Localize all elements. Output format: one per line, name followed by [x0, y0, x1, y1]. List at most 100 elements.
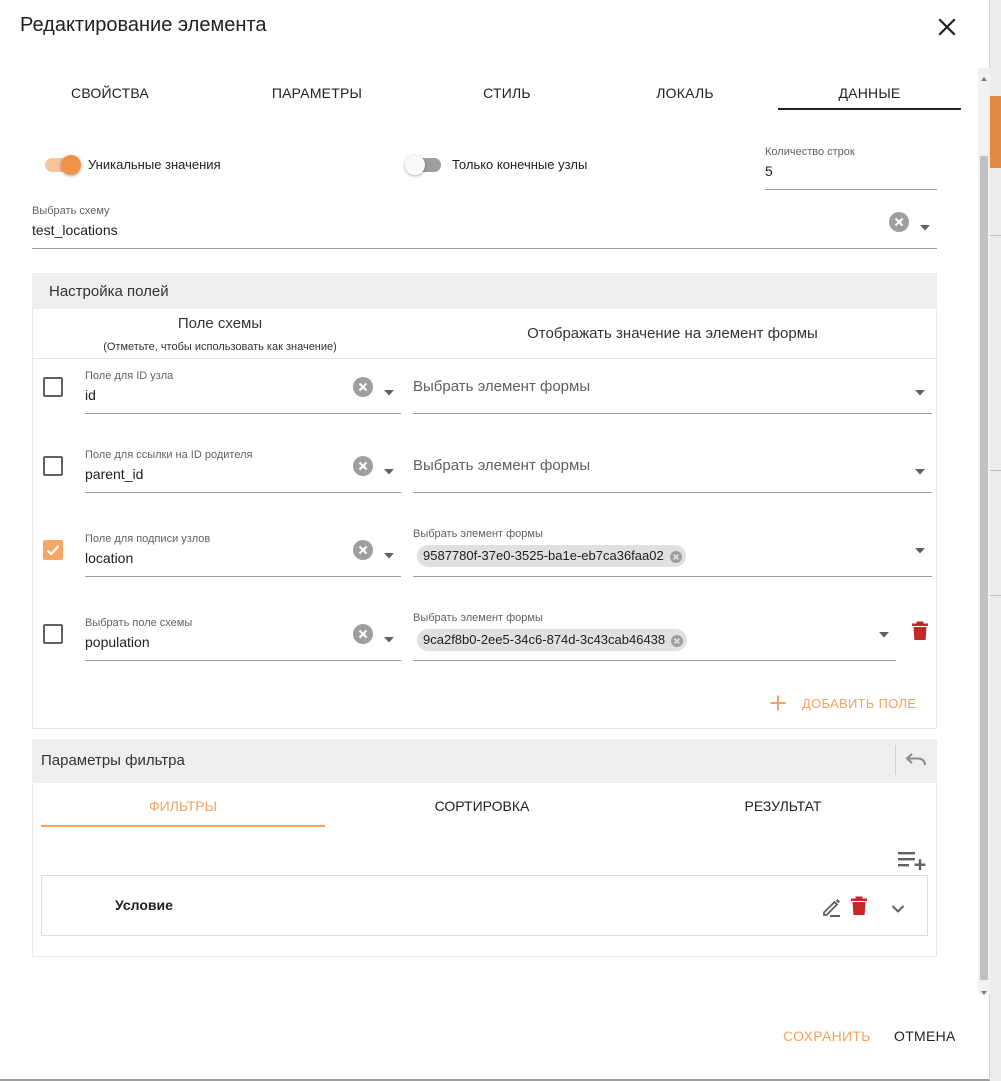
row-id-field-label: Поле для ID узла [85, 370, 174, 382]
row-parent-clear-icon[interactable] [353, 456, 373, 476]
undo-button[interactable] [904, 750, 928, 770]
unique-values-toggle[interactable] [43, 155, 83, 175]
chip-remove-icon[interactable] [670, 633, 684, 647]
row-population-field-underline [85, 660, 401, 661]
add-field-button[interactable]: ДОБАВИТЬ ПОЛЕ [802, 696, 916, 711]
edit-pencil-icon [823, 899, 840, 917]
row-label-checkbox[interactable] [43, 540, 63, 560]
row-population-element-dropdown-icon[interactable] [878, 626, 890, 638]
expand-more-icon [891, 905, 905, 913]
column-header-divider [33, 358, 936, 359]
row-id-clear-icon[interactable] [353, 377, 373, 397]
backdrop-divider [990, 595, 1001, 596]
row-parent-dropdown-icon[interactable] [383, 463, 395, 475]
row-label-dropdown-icon[interactable] [383, 547, 395, 559]
chip-text: 9ca2f8b0-2ee5-34c6-874d-3c43cab46438 [423, 632, 666, 647]
close-icon [938, 18, 956, 36]
row-id-dropdown-icon[interactable] [383, 384, 395, 396]
backdrop-divider [990, 235, 1001, 236]
close-button[interactable] [934, 14, 960, 40]
chip-text: 9587780f-37e0-3525-ba1e-eb7ca36faa02 [423, 548, 664, 563]
row-id-element-underline [413, 413, 932, 414]
row-id-field-underline [85, 413, 401, 414]
row-label-field-label: Поле для подписи узлов [85, 533, 211, 545]
row-population-field-label: Выбрать поле схемы [85, 617, 193, 629]
row-label-field-underline [85, 576, 401, 577]
row-parent-element-select[interactable]: Выбрать элемент формы [413, 457, 893, 474]
page-backdrop [990, 0, 1001, 1081]
row-population-dropdown-icon[interactable] [383, 631, 395, 643]
field-settings-title: Настройка полей [49, 283, 169, 300]
row-parent-checkbox[interactable] [43, 456, 63, 476]
tab-properties[interactable]: СВОЙСТВА [20, 78, 200, 110]
undo-icon [905, 753, 926, 766]
row-parent-field-underline [85, 492, 401, 493]
edit-element-dialog: Редактирование элемента СВОЙСТВА ПАРАМЕТ… [0, 0, 990, 1081]
scroll-up-arrow-icon[interactable] [980, 70, 988, 81]
row-label-field-value[interactable]: location [85, 550, 345, 566]
row-label-element-label: Выбрать элемент формы [413, 528, 543, 540]
filter-header-divider [895, 745, 896, 775]
tab-parameters[interactable]: ПАРАМЕТРЫ [227, 78, 407, 110]
tab-style[interactable]: СТИЛЬ [417, 78, 597, 110]
schema-field-column-header: Поле схемы [177, 315, 263, 332]
row-population-element-chip[interactable]: 9ca2f8b0-2ee5-34c6-874d-3c43cab46438 [417, 629, 688, 651]
row-count-label: Количество строк [765, 146, 855, 158]
condition-label: Условие [115, 897, 173, 913]
active-tab-indicator [778, 108, 961, 110]
tab-sorting[interactable]: СОРТИРОВКА [340, 798, 624, 814]
trash-icon [851, 896, 867, 915]
schema-select-label: Выбрать схему [32, 205, 110, 217]
leaf-nodes-only-label: Только конечные узлы [452, 157, 588, 172]
delete-condition-button[interactable] [850, 896, 868, 916]
display-column-header: Отображать значение на элемент формы [527, 325, 818, 342]
unique-values-label: Уникальные значения [88, 157, 221, 172]
filter-params-title: Параметры фильтра [41, 752, 185, 769]
condition-card[interactable]: Условие [41, 875, 928, 936]
scrollbar-thumb[interactable] [980, 156, 988, 980]
row-population-clear-icon[interactable] [353, 624, 373, 644]
schema-select-underline [32, 248, 937, 249]
expand-condition-button[interactable] [891, 901, 905, 913]
cancel-button[interactable]: ОТМЕНА [894, 1028, 956, 1044]
row-population-checkbox[interactable] [43, 624, 63, 644]
edit-condition-button[interactable] [821, 896, 843, 918]
row-count-input[interactable]: 5 [765, 163, 935, 179]
row-population-element-label: Выбрать элемент формы [413, 612, 543, 624]
schema-select-value[interactable]: test_locations [32, 222, 872, 238]
backdrop-accent [990, 96, 1001, 168]
row-population-field-value[interactable]: population [85, 634, 345, 650]
tab-result[interactable]: РЕЗУЛЬТАТ [641, 798, 925, 814]
row-label-element-dropdown-icon[interactable] [914, 542, 926, 554]
row-id-element-select[interactable]: Выбрать элемент формы [413, 378, 893, 395]
row-parent-element-dropdown-icon[interactable] [914, 463, 926, 475]
row-label-clear-icon[interactable] [353, 540, 373, 560]
tab-filters[interactable]: ФИЛЬТРЫ [41, 798, 325, 814]
row-id-field-value[interactable]: id [85, 387, 345, 403]
playlist-add-icon [898, 852, 926, 871]
row-count-underline [765, 189, 937, 190]
row-population-element-underline [413, 660, 896, 661]
dialog-title: Редактирование элемента [20, 14, 267, 36]
row-parent-field-label: Поле для ссылки на ID родителя [85, 449, 253, 461]
tab-data[interactable]: ДАННЫЕ [778, 78, 961, 110]
scroll-down-arrow-icon[interactable] [980, 984, 988, 995]
row-population-delete-button[interactable] [911, 621, 929, 641]
schema-dropdown-icon[interactable] [919, 219, 931, 231]
add-condition-button[interactable] [897, 850, 927, 872]
save-button[interactable]: СОХРАНИТЬ [783, 1028, 871, 1044]
tab-locale[interactable]: ЛОКАЛЬ [595, 78, 775, 110]
row-id-element-dropdown-icon[interactable] [914, 384, 926, 396]
row-label-element-chip[interactable]: 9587780f-37e0-3525-ba1e-eb7ca36faa02 [417, 545, 686, 567]
leaf-nodes-only-toggle[interactable] [405, 155, 445, 175]
checkmark-icon [46, 545, 60, 556]
row-parent-element-underline [413, 492, 932, 493]
chip-remove-icon[interactable] [669, 549, 683, 563]
schema-clear-icon[interactable] [889, 212, 909, 232]
row-id-checkbox[interactable] [43, 377, 63, 397]
active-subtab-indicator [41, 825, 325, 827]
plus-icon[interactable] [769, 694, 787, 712]
row-parent-field-value[interactable]: parent_id [85, 466, 345, 482]
schema-field-column-hint: (Отметьте, чтобы использовать как значен… [103, 341, 337, 353]
row-label-element-underline [413, 576, 932, 577]
